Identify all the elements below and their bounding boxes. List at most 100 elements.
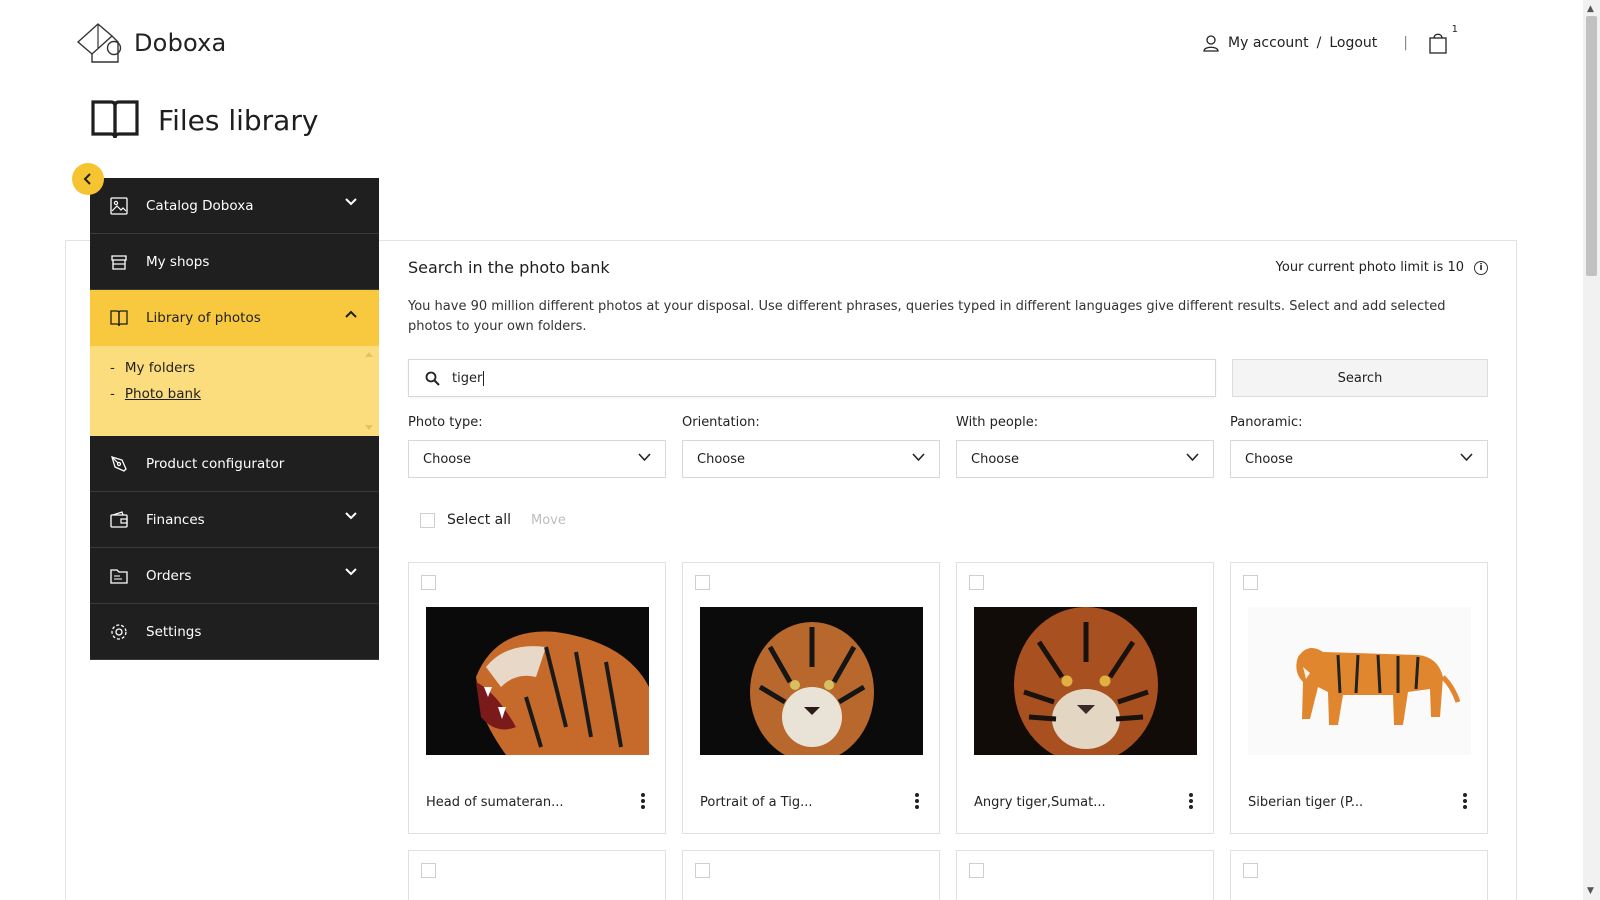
photo-grid: Head of sumateran... Portrait of a Tig..… [408, 562, 1488, 834]
photo-card[interactable]: Head of sumateran... [408, 562, 666, 834]
photo-card[interactable] [1230, 850, 1488, 900]
more-options-icon[interactable] [1189, 793, 1193, 811]
photo-name: Head of sumateran... [426, 795, 564, 810]
photo-card[interactable]: Angry tiger,Sumat... [956, 562, 1214, 834]
shop-icon [110, 253, 128, 271]
submenu-scroll-down[interactable] [365, 425, 373, 430]
top-navigation: My account / Logout | 1 [1202, 24, 1458, 54]
page-scrollbar[interactable]: ▲ ▼ [1583, 0, 1600, 900]
search-row: tiger Search [408, 359, 1488, 397]
more-options-icon[interactable] [915, 793, 919, 811]
scrollbar-thumb[interactable] [1586, 16, 1597, 276]
photo-limit: Your current photo limit is 10 i [1276, 260, 1488, 275]
filter-label: Photo type: [408, 415, 483, 430]
collapse-sidebar-button[interactable] [72, 163, 104, 195]
with-people-select[interactable]: Choose [956, 440, 1214, 478]
folder-icon [110, 567, 128, 585]
filter-with-people: With people: Choose [956, 415, 1214, 478]
chevron-down-icon [345, 198, 357, 206]
cart-count: 1 [1451, 24, 1458, 35]
photo-name: Siberian tiger (P... [1248, 795, 1364, 810]
photo-checkbox[interactable] [969, 863, 984, 878]
filter-panoramic: Panoramic: Choose [1230, 415, 1488, 478]
select-value: Choose [1245, 451, 1293, 467]
photo-checkbox[interactable] [1243, 863, 1258, 878]
photo-card[interactable]: Portrait of a Tig... [682, 562, 940, 834]
filter-label: Panoramic: [1230, 415, 1303, 430]
page: Doboxa My account / Logout | 1 Files lib… [0, 0, 1600, 900]
submenu-item-label: Photo bank [124, 386, 201, 402]
cart-button[interactable]: 1 [1428, 24, 1458, 54]
sidebar-item-label: Library of photos [146, 310, 261, 326]
photo-type-select[interactable]: Choose [408, 440, 666, 478]
search-button[interactable]: Search [1232, 359, 1488, 397]
submenu-item-photo-bank[interactable]: - Photo bank [110, 386, 359, 402]
sidebar-item-label: Catalog Doboxa [146, 197, 254, 214]
scroll-up-arrow[interactable]: ▲ [1587, 4, 1594, 14]
wallet-icon [110, 510, 128, 529]
photo-checkbox[interactable] [1243, 575, 1258, 590]
submenu-item-my-folders[interactable]: - My folders [110, 360, 359, 376]
more-options-icon[interactable] [641, 793, 645, 811]
search-input[interactable]: tiger [408, 359, 1216, 397]
select-value: Choose [971, 451, 1019, 467]
photo-thumbnail[interactable] [1248, 607, 1471, 755]
sidebar-item-my-shops[interactable]: My shops [90, 234, 379, 290]
photo-checkbox[interactable] [421, 575, 436, 590]
photo-card[interactable] [682, 850, 940, 900]
logout-link[interactable]: Logout [1329, 35, 1377, 51]
sidebar-item-finances[interactable]: Finances [90, 492, 379, 548]
sidebar: Catalog Doboxa My shops Library of photo… [90, 178, 379, 660]
page-title: Files library [158, 103, 319, 137]
filter-label: With people: [956, 415, 1039, 430]
library-submenu: - My folders - Photo bank [90, 346, 379, 436]
sidebar-item-label: My shops [146, 253, 210, 270]
brand-logo[interactable]: Doboxa [76, 22, 226, 64]
photo-bank-panel: Search in the photo bank Your current ph… [408, 258, 1488, 900]
nav-separator: / [1316, 35, 1322, 51]
chevron-down-icon [912, 453, 925, 462]
sidebar-item-product-configurator[interactable]: Product configurator [90, 436, 379, 492]
panoramic-select[interactable]: Choose [1230, 440, 1488, 478]
photo-checkbox[interactable] [969, 575, 984, 590]
user-icon [1203, 35, 1219, 52]
my-account-link[interactable]: My account [1228, 35, 1309, 51]
photo-thumbnail[interactable] [426, 607, 649, 755]
image-icon [110, 196, 128, 215]
sidebar-item-settings[interactable]: Settings [90, 604, 379, 660]
photo-checkbox[interactable] [695, 863, 710, 878]
info-icon[interactable]: i [1474, 260, 1488, 275]
more-options-icon[interactable] [1463, 793, 1467, 811]
sidebar-item-library-of-photos[interactable]: Library of photos [90, 290, 379, 346]
photo-card[interactable] [408, 850, 666, 900]
divider: | [1403, 35, 1408, 51]
chevron-down-icon [1460, 453, 1473, 462]
bulk-actions: Select all Move [420, 512, 1488, 528]
sidebar-item-catalog[interactable]: Catalog Doboxa [90, 178, 379, 234]
sidebar-item-label: Product configurator [146, 455, 285, 472]
logo-box-icon [76, 23, 122, 63]
sidebar-item-orders[interactable]: Orders [90, 548, 379, 604]
photo-thumbnail[interactable] [700, 607, 923, 755]
photo-card[interactable]: Siberian tiger (P... [1230, 562, 1488, 834]
photo-thumbnail[interactable] [974, 607, 1197, 755]
select-all-label[interactable]: Select all [447, 512, 511, 528]
scroll-down-arrow[interactable]: ▼ [1587, 886, 1594, 896]
section-description: You have 90 million different photos at … [408, 299, 1446, 334]
orientation-select[interactable]: Choose [682, 440, 940, 478]
move-button[interactable]: Move [531, 513, 566, 528]
photo-checkbox[interactable] [695, 575, 710, 590]
photo-grid-row-2 [408, 850, 1488, 900]
sidebar-item-label: Settings [146, 623, 202, 640]
filters-row: Photo type: Choose Orientation: Choose W… [408, 415, 1488, 478]
select-all-checkbox[interactable] [420, 512, 435, 528]
search-icon [425, 371, 440, 386]
page-header: Files library [90, 98, 318, 142]
photo-checkbox[interactable] [421, 863, 436, 878]
book-icon [110, 309, 128, 327]
sidebar-item-label: Orders [146, 567, 192, 584]
select-value: Choose [423, 451, 471, 467]
photo-card[interactable] [956, 850, 1214, 900]
chevron-down-icon [1186, 453, 1199, 462]
submenu-scroll-up[interactable] [365, 352, 373, 357]
